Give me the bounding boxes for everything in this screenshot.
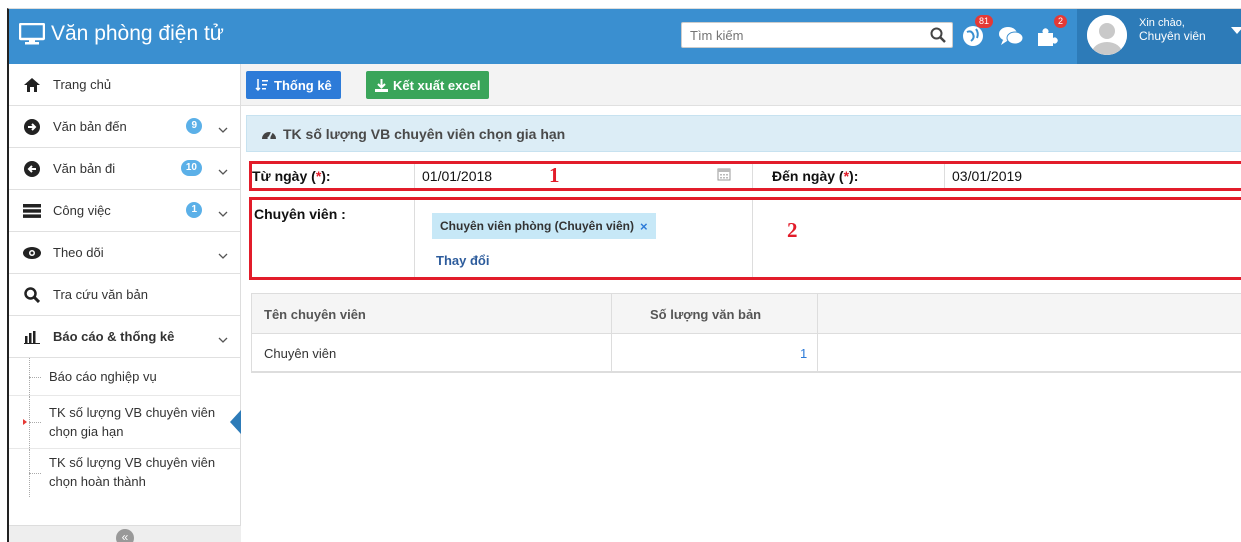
chevron-down-icon [218, 247, 228, 262]
document-count-cell[interactable]: 1 [800, 346, 807, 361]
sidebar-item-tracking[interactable]: Theo dõi [9, 232, 240, 274]
sidebar-item-outgoing[interactable]: Văn bản đi 10 [9, 148, 240, 190]
divider [817, 294, 818, 333]
sidebar-item-label: Công việc [53, 203, 111, 218]
annotation-1: 1 [549, 163, 560, 187]
sidebar-subitem-label: TK số lượng VB chuyên viên chọn hoàn thà… [49, 455, 216, 489]
eye-icon [23, 244, 41, 262]
divider [752, 164, 753, 188]
user-greeting: Xin chào, Chuyên viên [1139, 17, 1206, 43]
table-row[interactable]: Chuyên viên 1 [252, 334, 1241, 372]
remove-tag-icon[interactable]: × [640, 219, 648, 234]
toolbar: Thống kê Kết xuất excel [241, 64, 1241, 106]
date-range-row: Từ ngày (*): 01/01/2018 1 Đến ngày (*): … [249, 161, 1241, 191]
chevron-down-icon [218, 331, 228, 346]
from-date-label: Từ ngày (*): [252, 168, 331, 184]
search-icon[interactable] [924, 27, 952, 43]
search-icon [23, 286, 41, 304]
chevron-down-icon [218, 205, 228, 220]
sidebar-item-label: Theo dõi [53, 245, 104, 260]
annotation-2: 2 [787, 218, 798, 242]
export-button-label: Kết xuất excel [393, 77, 481, 93]
from-date-field[interactable]: 01/01/2018 [422, 168, 492, 184]
staff-tag: Chuyên viên phòng (Chuyên viên) × [432, 213, 656, 239]
sidebar-subitem-label: Báo cáo nghiệp vụ [49, 369, 157, 384]
arrow-left-circle-icon [23, 160, 41, 178]
stats-button-label: Thống kê [274, 77, 332, 93]
panel-title: TK số lượng VB chuyên viên chọn gia hạn [246, 115, 1241, 152]
column-header[interactable]: Số lượng văn bản [650, 307, 761, 322]
sidebar-subitem-business-report[interactable]: Báo cáo nghiệp vụ [9, 358, 240, 396]
collapse-sidebar-button[interactable]: « [116, 529, 134, 542]
sidebar-subitem-extension-stats[interactable]: TK số lượng VB chuyên viên chọn gia hạn [9, 396, 241, 449]
app-title: Văn phòng điện tử [51, 22, 224, 45]
sidebar-item-label: Báo cáo & thống kê [53, 329, 175, 344]
count-badge: 1 [186, 202, 202, 218]
staff-label: Chuyên viên : [254, 206, 346, 222]
sidebar-item-label: Tra cứu văn bản [53, 287, 148, 302]
to-date-field[interactable]: 03/01/2019 [952, 168, 1022, 184]
bar-chart-icon [23, 328, 41, 346]
stats-button[interactable]: Thống kê [246, 71, 341, 99]
chevron-down-icon [218, 121, 228, 136]
notification-badge: 81 [974, 15, 993, 28]
home-icon [23, 76, 41, 94]
to-date-label: Đến ngày (*): [772, 168, 859, 184]
export-excel-button[interactable]: Kết xuất excel [366, 71, 490, 99]
count-badge: 10 [180, 160, 202, 176]
chevron-down-icon [218, 163, 228, 178]
notification-badge: 2 [1053, 15, 1067, 28]
app-brand[interactable]: Văn phòng điện tử [19, 22, 224, 46]
sidebar-item-incoming[interactable]: Văn bản đến 9 [9, 106, 240, 148]
puzzle-icon[interactable]: 2 [1033, 15, 1067, 49]
search-input[interactable] [682, 23, 924, 47]
app-window: Văn phòng điện tử 81 2 Xin chào, Chuyê [7, 8, 1241, 542]
sidebar-item-search[interactable]: Tra cứu văn bản [9, 274, 240, 316]
sidebar-item-label: Trang chủ [53, 77, 112, 92]
divider [414, 200, 415, 277]
divider [611, 294, 612, 333]
chat-icon[interactable] [997, 23, 1025, 49]
avatar [1087, 15, 1127, 55]
table-header: Tên chuyên viên Số lượng văn bản [252, 294, 1241, 334]
download-icon [375, 78, 388, 92]
sidebar-collapse-bar: « [9, 525, 241, 542]
monitor-icon [19, 23, 45, 45]
arrow-right-circle-icon [23, 118, 41, 136]
divider [817, 334, 818, 371]
column-header[interactable]: Tên chuyên viên [264, 307, 366, 322]
top-bar: Văn phòng điện tử 81 2 Xin chào, Chuyê [9, 9, 1241, 64]
active-pointer-icon [230, 410, 241, 434]
search-box [681, 22, 953, 48]
user-name: Chuyên viên [1139, 29, 1206, 43]
sort-icon [255, 79, 268, 92]
sidebar-item-reports[interactable]: Báo cáo & thống kê [9, 316, 240, 358]
sidebar-subitem-label: TK số lượng VB chuyên viên chọn gia hạn [49, 405, 216, 439]
sidebar-item-label: Văn bản đi [53, 161, 116, 176]
sidebar-subitem-completion-stats[interactable]: TK số lượng VB chuyên viên chọn hoàn thà… [9, 449, 240, 497]
active-marker-icon [23, 419, 27, 425]
change-staff-link[interactable]: Thay đổi [436, 253, 489, 268]
sidebar-item-label: Văn bản đến [53, 119, 127, 134]
staff-name-cell: Chuyên viên [264, 346, 337, 361]
count-badge: 9 [186, 118, 202, 134]
globe-notification-icon[interactable]: 81 [959, 15, 993, 49]
user-menu[interactable]: Xin chào, Chuyên viên [1077, 9, 1241, 64]
divider [752, 200, 753, 277]
divider [414, 164, 415, 188]
list-icon [23, 202, 41, 220]
caret-down-icon[interactable] [1231, 27, 1241, 34]
sidebar-item-home[interactable]: Trang chủ [9, 64, 240, 106]
main-content: Thống kê Kết xuất excel TK số lượng VB c… [241, 64, 1241, 542]
sidebar: Trang chủ Văn bản đến 9 Văn bản đi 10 Cô… [9, 64, 241, 542]
divider [611, 334, 612, 371]
calendar-icon[interactable] [717, 167, 731, 184]
result-table: Tên chuyên viên Số lượng văn bản Chuyên … [251, 293, 1241, 373]
divider [944, 164, 945, 188]
panel-title-text: TK số lượng VB chuyên viên chọn gia hạn [283, 125, 566, 142]
staff-tag-label: Chuyên viên phòng (Chuyên viên) [440, 219, 635, 233]
sidebar-item-tasks[interactable]: Công việc 1 [9, 190, 240, 232]
staff-row: Chuyên viên : Chuyên viên phòng (Chuyên … [249, 197, 1241, 280]
dashboard-icon [262, 131, 276, 139]
